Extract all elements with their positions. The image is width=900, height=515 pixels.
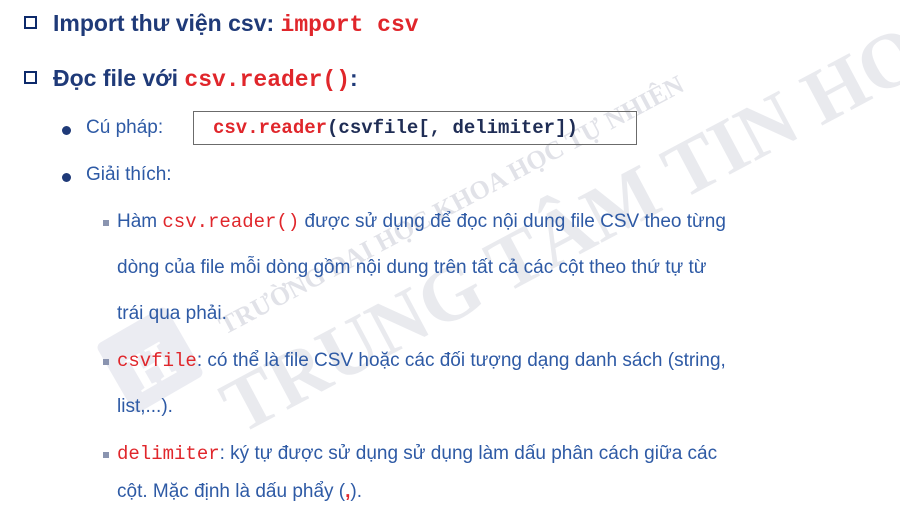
syntax-label: Cú pháp:	[86, 117, 164, 138]
square-bullet	[103, 452, 109, 458]
heading-read-suffix: :	[350, 65, 358, 91]
item2-code: csvfile	[117, 350, 197, 372]
checkbox-bullet	[24, 71, 37, 84]
item2-line1: csvfile: có thể là file CSV hoặc các đối…	[117, 346, 726, 376]
item1-line3: trái qua phải.	[117, 303, 227, 324]
heading-read-label: Đọc file với	[53, 65, 185, 91]
checkbox-bullet	[24, 16, 37, 29]
syntax-args: (csvfile[, delimiter])	[327, 117, 578, 139]
syntax-box: csv.reader(csvfile[, delimiter])	[193, 111, 637, 145]
square-bullet	[103, 359, 109, 365]
item3-line2a: cột. Mặc định là dấu phẩy (	[117, 481, 346, 502]
item1-rest: được sử dụng để đọc nội dung file CSV th…	[299, 211, 726, 232]
item3-rest: : ký tự được sử dụng sử dụng làm dấu phâ…	[219, 443, 718, 464]
heading-import: Import thư viện csv: import csv	[53, 6, 419, 42]
item3-code: delimiter	[117, 443, 220, 465]
item1-prefix: Hàm	[117, 211, 163, 232]
bullet-dot	[62, 126, 71, 135]
item2-line2: list,...).	[117, 396, 173, 417]
heading-import-code: import csv	[280, 12, 419, 38]
square-bullet	[103, 220, 109, 226]
item2-rest: : có thể là file CSV hoặc các đối tượng …	[196, 350, 726, 371]
heading-read-code: csv.reader()	[184, 67, 351, 93]
item1-line2: dòng của file mỗi dòng gồm nội dung trên…	[117, 257, 707, 278]
explain-label: Giải thích:	[86, 164, 172, 185]
item3-line1: delimiter: ký tự được sử dụng sử dụng là…	[117, 439, 717, 469]
item1-code: csv.reader()	[162, 211, 300, 233]
heading-read-file: Đọc file với csv.reader():	[53, 61, 358, 97]
bullet-dot	[62, 173, 71, 182]
item1-line1: Hàm csv.reader() được sử dụng để đọc nội…	[117, 207, 726, 237]
item3-line2b: ).	[350, 481, 363, 502]
item3-line2: cột. Mặc định là dấu phẩy (,).	[117, 477, 362, 507]
heading-import-label: Import thư viện csv:	[53, 10, 281, 36]
syntax-func: csv.reader	[213, 117, 328, 139]
